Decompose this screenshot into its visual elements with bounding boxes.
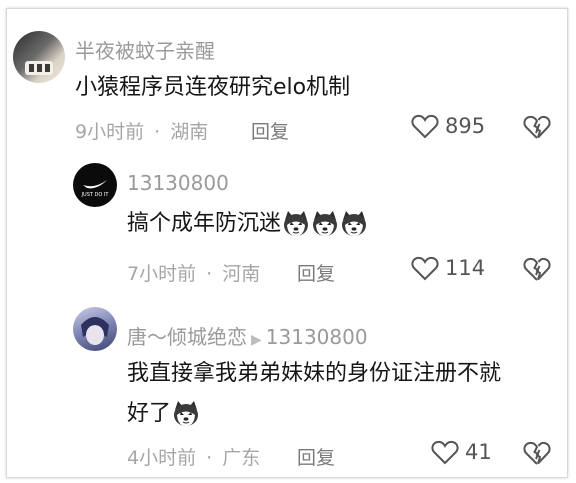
meta-separator: ·: [206, 263, 213, 285]
like-button[interactable]: 114: [411, 255, 485, 281]
comment-item: 半夜被蚊子亲醒 小猿程序员连夜研究elo机制 9小时前 · 湖南 回复 895: [7, 9, 567, 159]
reply-to-username[interactable]: 13130800: [266, 325, 368, 349]
broken-heart-icon: [523, 257, 551, 281]
comment-text-line-1: 我直接拿我弟弟妹妹的身份证注册不就: [127, 361, 502, 386]
reply-arrow-icon: ▶: [251, 332, 262, 348]
dislike-button[interactable]: [523, 440, 551, 470]
reply-item: 唐～倾城绝恋 ▶ 13130800 我直接拿我弟弟妹妹的身份证注册不就 好了 4小时…: [7, 299, 567, 479]
avatar[interactable]: [13, 31, 65, 83]
avatar[interactable]: [73, 307, 117, 351]
comment-meta: 7小时前 · 河南: [127, 259, 260, 286]
like-button[interactable]: 895: [411, 113, 485, 139]
dislike-button[interactable]: [523, 114, 551, 144]
reply-button[interactable]: 回复: [251, 117, 289, 144]
avatar[interactable]: JUST DO IT: [73, 163, 117, 207]
comment-text: 搞个成年防沉迷: [127, 205, 368, 243]
broken-heart-icon: [523, 115, 551, 139]
comment-location: 湖南: [170, 121, 209, 143]
comment-text: 小猿程序员连夜研究elo机制: [75, 75, 351, 100]
comment-username[interactable]: 唐～倾城绝恋: [127, 325, 247, 349]
reply-button[interactable]: 回复: [297, 259, 335, 286]
like-count: 895: [445, 114, 486, 138]
comment-time: 7小时前: [127, 263, 197, 285]
like-count: 41: [465, 440, 492, 464]
comment-text-line-2: 好了: [127, 395, 200, 433]
comment-text-content: 搞个成年防沉迷: [127, 211, 282, 236]
husky-emoji: [173, 400, 199, 427]
husky-emoji: [341, 210, 367, 237]
meta-separator: ·: [206, 447, 213, 469]
comment-time: 9小时前: [75, 121, 145, 143]
comment-location: 广东: [222, 447, 261, 469]
husky-emoji: [312, 210, 338, 237]
avatar-logo-text: JUST DO IT: [81, 192, 110, 198]
heart-outline-icon: [411, 256, 439, 281]
husky-emoji: [283, 210, 309, 237]
comment-time: 4小时前: [127, 447, 197, 469]
comment-username[interactable]: 13130800: [127, 171, 229, 195]
comment-text-content: 好了: [127, 401, 172, 426]
dislike-button[interactable]: [523, 256, 551, 286]
comment-meta: 4小时前 · 广东: [127, 443, 260, 470]
like-button[interactable]: 41: [431, 439, 492, 465]
broken-heart-icon: [523, 441, 551, 465]
heart-outline-icon: [431, 440, 459, 465]
meta-separator: ·: [154, 121, 161, 143]
like-count: 114: [445, 256, 486, 280]
comment-username[interactable]: 半夜被蚊子亲醒: [75, 35, 215, 64]
comment-location: 河南: [222, 263, 261, 285]
reply-item: JUST DO IT 13130800 搞个成年防沉迷 7小时前 · 河南 回复…: [7, 159, 567, 299]
comment-meta: 9小时前 · 湖南: [75, 117, 208, 144]
comment-username-line: 唐～倾城绝恋 ▶ 13130800: [127, 321, 368, 350]
comment-thread-panel: 半夜被蚊子亲醒 小猿程序员连夜研究elo机制 9小时前 · 湖南 回复 895 …: [6, 8, 568, 478]
reply-button[interactable]: 回复: [297, 443, 335, 470]
heart-outline-icon: [411, 114, 439, 139]
